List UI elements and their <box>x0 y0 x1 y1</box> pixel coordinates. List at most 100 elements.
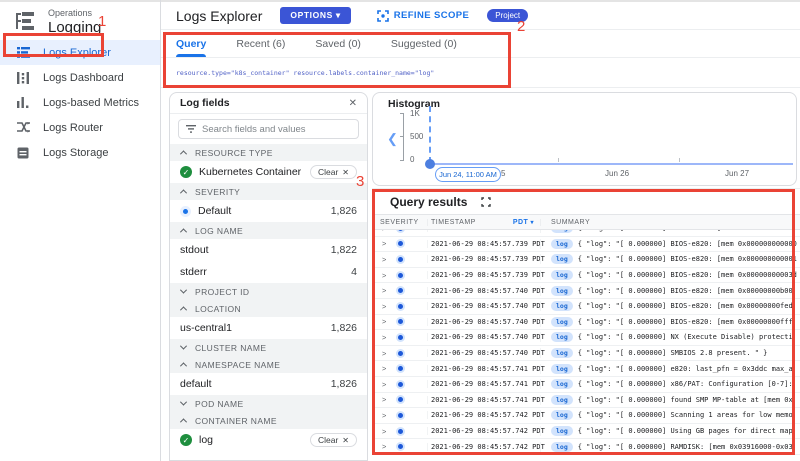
log-row[interactable]: > 2021-06-29 08:45:57.739 PDT log{ "log"… <box>372 268 800 284</box>
fullscreen-icon[interactable] <box>481 197 491 207</box>
expand-chevron-icon[interactable]: > <box>382 411 386 420</box>
log-row[interactable]: > 2021-06-29 08:45:57.739 PDT log{ "log"… <box>372 230 800 237</box>
refine-scope-button[interactable]: REFINE SCOPE <box>377 10 470 22</box>
log-row[interactable]: > 2021-06-29 08:45:57.741 PDT log{ "log"… <box>372 393 800 409</box>
field-section-namespace-name[interactable]: NAMESPACE NAME <box>170 356 367 373</box>
clear-filter-chip[interactable]: Clear ✕ <box>310 433 357 447</box>
log-timestamp: 2021-06-29 08:45:57.742 PDT <box>427 443 540 451</box>
log-name-chip[interactable]: log <box>551 395 573 405</box>
expand-chevron-icon[interactable]: > <box>382 230 386 233</box>
log-name-chip[interactable]: log <box>551 426 573 436</box>
options-button[interactable]: OPTIONS ▾ <box>280 7 350 24</box>
field-value-kubernetes-container[interactable]: ✓ Kubernetes Container Clear ✕ <box>170 161 367 183</box>
clear-filter-chip[interactable]: Clear ✕ <box>310 165 357 179</box>
field-section-location[interactable]: LOCATION <box>170 300 367 317</box>
log-timestamp: 2021-06-29 08:45:57.741 PDT <box>427 365 540 373</box>
sidebar-item-logs-router[interactable]: Logs Router <box>0 115 160 140</box>
log-row[interactable]: > 2021-06-29 08:45:57.740 PDT log{ "log"… <box>372 299 800 315</box>
severity-default-icon <box>396 380 405 389</box>
log-name-chip[interactable]: log <box>551 379 573 389</box>
sidebar-item-logs-storage[interactable]: Logs Storage <box>0 140 160 165</box>
expand-chevron-icon[interactable]: > <box>382 442 386 451</box>
tab-query[interactable]: Query <box>176 30 206 57</box>
field-section-container-name[interactable]: CONTAINER NAME <box>170 412 367 429</box>
log-timestamp: 2021-06-29 08:45:57.742 PDT <box>427 411 540 419</box>
expand-chevron-icon[interactable]: > <box>382 239 386 248</box>
histogram-timeline[interactable] <box>430 163 793 165</box>
expand-chevron-icon[interactable]: > <box>382 395 386 404</box>
y-tick <box>400 160 404 161</box>
expand-chevron-icon[interactable]: > <box>382 286 386 295</box>
sidebar-item-logs-explorer[interactable]: Logs Explorer <box>0 40 160 65</box>
field-section-resource-type[interactable]: RESOURCE TYPE <box>170 144 367 161</box>
field-value-stderr[interactable]: stderr 4 <box>170 261 367 283</box>
log-row[interactable]: > 2021-06-29 08:45:57.739 PDT log{ "log"… <box>372 237 800 253</box>
field-value-default-namespace[interactable]: default 1,826 <box>170 373 367 395</box>
query-editor-row[interactable]: resource.type="k8s_container" resource.l… <box>161 58 800 88</box>
field-value-us-central1[interactable]: us-central1 1,826 <box>170 317 367 339</box>
expand-chevron-icon[interactable]: > <box>382 302 386 311</box>
expand-chevron-icon[interactable]: > <box>382 427 386 436</box>
expand-chevron-icon[interactable]: > <box>382 333 386 342</box>
log-summary: { "log": "[ 0.000000] SMBIOS 2.8 present… <box>578 349 768 357</box>
y-tick-label: 0 <box>410 155 414 164</box>
expand-chevron-icon[interactable]: > <box>382 349 386 358</box>
field-value-log[interactable]: ✓ log Clear ✕ <box>170 429 367 451</box>
log-name-chip[interactable]: log <box>551 317 573 327</box>
tab-suggested[interactable]: Suggested (0) <box>391 30 457 57</box>
check-circle-icon: ✓ <box>180 434 192 446</box>
product-title: Operations Logging <box>48 8 101 36</box>
field-value-stdout[interactable]: stdout 1,822 <box>170 239 367 261</box>
log-name-chip[interactable]: log <box>551 301 573 311</box>
tab-saved[interactable]: Saved (0) <box>315 30 361 57</box>
expand-chevron-icon[interactable]: > <box>382 255 386 264</box>
log-row[interactable]: > 2021-06-29 08:45:57.740 PDT log{ "log"… <box>372 330 800 346</box>
log-name-chip[interactable]: log <box>551 239 573 249</box>
log-row[interactable]: > 2021-06-29 08:45:57.741 PDT log{ "log"… <box>372 377 800 393</box>
expand-chevron-icon[interactable]: > <box>382 364 386 373</box>
close-icon[interactable]: ✕ <box>349 98 357 109</box>
log-name-chip[interactable]: log <box>551 410 573 420</box>
histogram-prev-icon[interactable]: ❮ <box>387 131 398 147</box>
log-name-chip[interactable]: log <box>551 348 573 358</box>
search-fields-input[interactable] <box>202 124 342 135</box>
field-section-cluster-name[interactable]: CLUSTER NAME <box>170 339 367 356</box>
field-section-project-id[interactable]: PROJECT ID <box>170 283 367 300</box>
log-row[interactable]: > 2021-06-29 08:45:57.742 PDT log{ "log"… <box>372 408 800 424</box>
log-row[interactable]: > 2021-06-29 08:45:57.740 PDT log{ "log"… <box>372 283 800 299</box>
expand-chevron-icon[interactable]: > <box>382 271 386 280</box>
sidebar-item-logs-based-metrics[interactable]: Logs-based Metrics <box>0 90 160 115</box>
timeline-time-pill[interactable]: Jun 24, 11:00 AM <box>435 167 501 182</box>
log-row[interactable]: > 2021-06-29 08:45:57.742 PDT log{ "log"… <box>372 439 800 455</box>
log-name-chip[interactable]: log <box>551 442 573 452</box>
log-name-chip[interactable]: log <box>551 230 573 233</box>
log-row[interactable]: > 2021-06-29 08:45:57.740 PDT log{ "log"… <box>372 315 800 331</box>
severity-default-icon <box>396 427 405 436</box>
chevron-up-icon <box>180 362 187 369</box>
field-section-log-name[interactable]: LOG NAME <box>170 222 367 239</box>
log-row[interactable]: > 2021-06-29 08:45:57.742 PDT log{ "log"… <box>372 424 800 440</box>
log-name-chip[interactable]: log <box>551 286 573 296</box>
log-name-chip[interactable]: log <box>551 254 573 264</box>
sidebar-item-logs-dashboard[interactable]: Logs Dashboard <box>0 65 160 90</box>
log-name-chip[interactable]: log <box>551 332 573 342</box>
timezone-selector[interactable]: PDT <box>513 219 534 226</box>
log-row[interactable]: > 2021-06-29 08:45:57.741 PDT log{ "log"… <box>372 361 800 377</box>
log-name-chip[interactable]: log <box>551 364 573 374</box>
expand-chevron-icon[interactable]: > <box>382 317 386 326</box>
field-section-pod-name[interactable]: POD NAME <box>170 395 367 412</box>
logs-dashboard-icon <box>16 71 30 85</box>
log-row[interactable]: > 2021-06-29 08:45:57.739 PDT log{ "log"… <box>372 252 800 268</box>
expand-chevron-icon[interactable]: > <box>382 380 386 389</box>
scope-badge[interactable]: Project <box>487 9 528 22</box>
log-name-chip[interactable]: log <box>551 270 573 280</box>
log-fields-search[interactable] <box>178 119 359 139</box>
sidebar-item-label: Logs Explorer <box>43 47 111 59</box>
field-value-default[interactable]: Default 1,826 <box>170 200 367 222</box>
timeline-handle[interactable] <box>425 159 435 169</box>
field-section-severity[interactable]: SEVERITY <box>170 183 367 200</box>
log-row[interactable]: > 2021-06-29 08:45:57.740 PDT log{ "log"… <box>372 346 800 362</box>
refine-scope-icon <box>377 10 389 22</box>
tab-recent[interactable]: Recent (6) <box>236 30 285 57</box>
query-text[interactable]: resource.type="k8s_container" resource.l… <box>176 69 434 77</box>
